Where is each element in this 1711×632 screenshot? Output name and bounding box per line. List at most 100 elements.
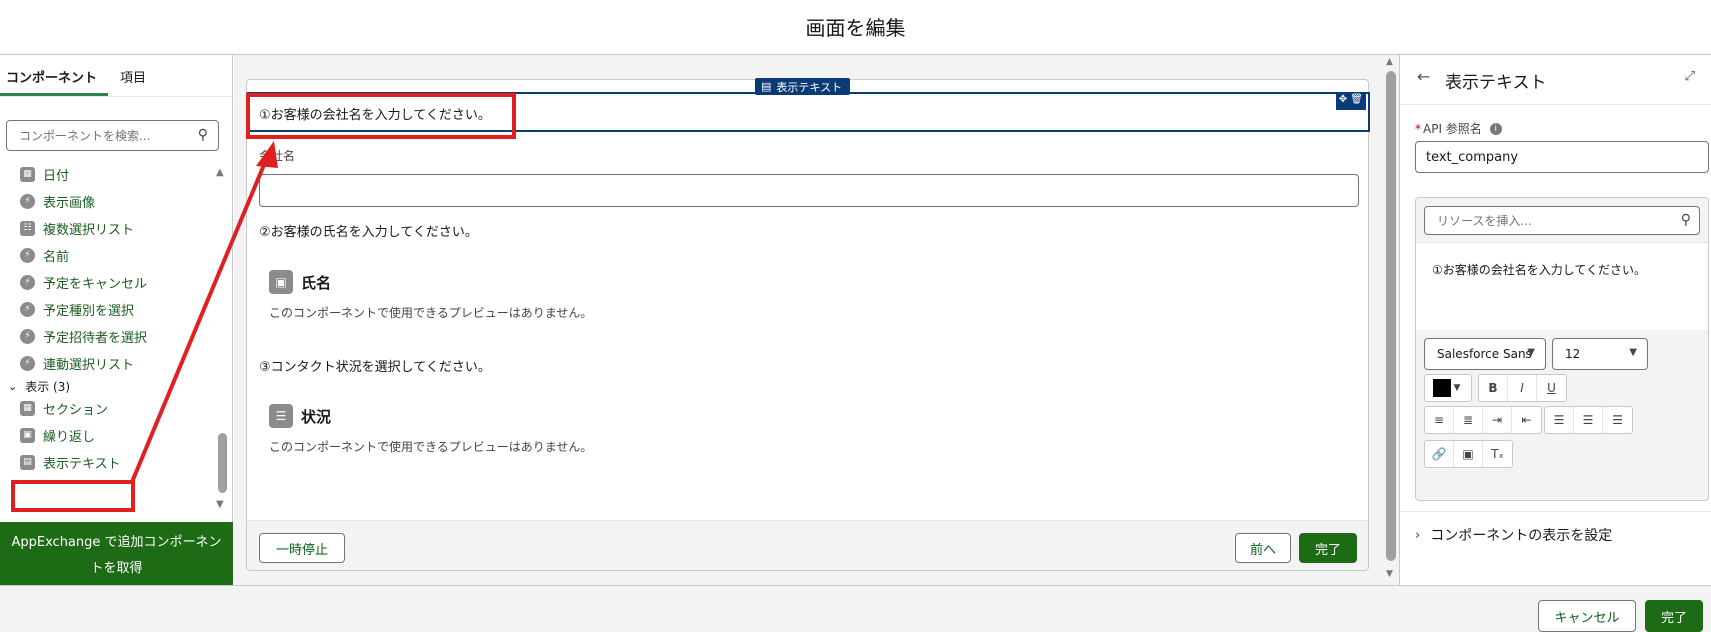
component-item-date[interactable]: ▦ 日付: [20, 162, 69, 186]
align-left-icon[interactable]: ☰: [1545, 407, 1574, 433]
canvas-scroll-thumb[interactable]: [1386, 71, 1396, 561]
repeater-icon: ▣: [20, 427, 35, 443]
text-color-picker[interactable]: ▼: [1424, 374, 1472, 402]
properties-header: ← 表示テキスト ⤢: [1401, 55, 1711, 105]
cancel-button[interactable]: キャンセル: [1538, 600, 1636, 632]
font-family-select[interactable]: Salesforce Sans ▼: [1424, 338, 1546, 370]
component-tools: ✥ 🗑: [1335, 94, 1366, 110]
required-marker: *: [1415, 121, 1421, 136]
font-size-select[interactable]: 12 ▼: [1552, 338, 1648, 370]
back-arrow-icon[interactable]: ←: [1417, 67, 1430, 86]
search-placeholder: コンポーネントを検索...: [19, 129, 151, 143]
outdent-icon[interactable]: ⇤: [1512, 407, 1541, 433]
underline-icon[interactable]: U: [1537, 375, 1566, 401]
component-item-section[interactable]: ▦ セクション: [20, 396, 108, 420]
numbered-list-icon[interactable]: ≣: [1454, 407, 1483, 433]
align-center-icon[interactable]: ☰: [1574, 407, 1603, 433]
lightning-icon: ⚡: [20, 328, 35, 344]
component-item-cancel-appointment[interactable]: ⚡ 予定をキャンセル: [20, 270, 147, 294]
indent-icon[interactable]: ⇥: [1483, 407, 1512, 433]
component-label: 表示テキスト: [43, 456, 121, 472]
info-icon[interactable]: i: [1489, 122, 1502, 135]
rich-text-value: ①お客様の会社名を入力してください。: [1432, 263, 1647, 277]
scroll-up-arrow[interactable]: ▲: [216, 167, 224, 178]
component-item-multiselect[interactable]: ☷ 複数選択リスト: [20, 216, 134, 240]
component-label: 予定をキャンセル: [43, 276, 148, 292]
api-name-input[interactable]: text_company: [1415, 141, 1709, 173]
editor-header: 画面を編集: [0, 0, 1711, 55]
trash-icon[interactable]: 🗑: [1350, 94, 1363, 105]
display-group-toggle[interactable]: ⌄ 表示 (3): [8, 378, 70, 395]
api-name-label-text: API 参照名: [1423, 122, 1482, 136]
set-component-visibility[interactable]: › コンポーネントの表示を設定: [1415, 525, 1612, 545]
text-icon: ▤: [761, 80, 772, 93]
no-preview-message: このコンポーネントで使用できるプレビューはありません。: [269, 440, 593, 454]
color-swatch: [1433, 379, 1451, 397]
component-item-appointment-type[interactable]: ⚡ 予定種別を選択: [20, 297, 134, 321]
question-2-text: ②お客様の氏名を入力してください。: [259, 225, 478, 240]
rich-text-editor: リソースを挿入... ⚲ ①お客様の会社名を入力してください。 Salesfor…: [1415, 197, 1709, 501]
image-icon[interactable]: ▣: [1454, 441, 1483, 467]
move-icon[interactable]: ✥: [1339, 94, 1347, 105]
tab-fields[interactable]: 項目: [120, 67, 146, 86]
lightning-icon: ⚡: [20, 193, 35, 209]
selected-component-tag: ▤ 表示テキスト: [755, 78, 851, 95]
rich-text-content[interactable]: ①お客様の会社名を入力してください。: [1416, 242, 1708, 330]
resource-search-input[interactable]: リソースを挿入... ⚲: [1424, 206, 1700, 235]
resource-placeholder: リソースを挿入...: [1437, 214, 1532, 228]
insert-group: 🔗 ▣ Tₓ: [1424, 440, 1513, 468]
pause-button[interactable]: 一時停止: [259, 533, 345, 563]
chevron-down-icon: ▼: [1527, 347, 1535, 358]
component-search-input[interactable]: コンポーネントを検索... ⚲: [6, 120, 219, 151]
flow-navigation: 一時停止 前へ 完了: [247, 520, 1368, 570]
component-item-display-text[interactable]: ▤ 表示テキスト: [20, 450, 121, 474]
page-title: 画面を編集: [805, 16, 906, 40]
component-item-appointment-invitees[interactable]: ⚡ 予定招待者を選択: [20, 324, 147, 348]
bullet-list-icon[interactable]: ≡: [1425, 407, 1454, 433]
color-swatch-icon: ▼: [1425, 375, 1471, 401]
list-indent-group: ≡ ≣ ⇥ ⇤: [1424, 406, 1542, 434]
tab-components[interactable]: コンポーネント: [6, 67, 97, 86]
done-button[interactable]: 完了: [1645, 600, 1703, 632]
component-label: 予定種別を選択: [43, 303, 135, 319]
scroll-down-arrow[interactable]: ▼: [216, 499, 224, 510]
font-family-value: Salesforce Sans: [1437, 347, 1532, 361]
palette-scrollbar[interactable]: [218, 433, 227, 493]
link-icon[interactable]: 🔗: [1425, 441, 1454, 467]
question-3-text: ③コンタクト状況を選択してください。: [259, 360, 491, 375]
component-label: 表示画像: [43, 195, 96, 211]
component-item-display-image[interactable]: ⚡ 表示画像: [20, 189, 95, 213]
highlight-canvas-text: [246, 93, 516, 139]
group-label: 表示 (3): [25, 380, 71, 394]
italic-icon[interactable]: I: [1508, 375, 1537, 401]
component-label: 複数選択リスト: [43, 222, 135, 238]
component-label: 連動選択リスト: [43, 357, 135, 373]
palette-tabs: コンポーネント 項目: [0, 55, 233, 97]
component-item-name[interactable]: ⚡ 名前: [20, 243, 69, 267]
component-label: 名前: [43, 249, 70, 265]
align-right-icon[interactable]: ☰: [1603, 407, 1632, 433]
scroll-down-arrow[interactable]: ▼: [1386, 569, 1393, 579]
company-input[interactable]: [259, 174, 1359, 207]
properties-panel: ← 表示テキスト ⤢ * API 参照名 i text_company リソース…: [1401, 55, 1711, 585]
lightning-icon: ⚡: [20, 355, 35, 371]
properties-title: 表示テキスト: [1445, 73, 1547, 93]
component-item-repeater[interactable]: ▣ 繰り返し: [20, 423, 95, 447]
expand-icon[interactable]: ⤢: [1685, 69, 1695, 84]
status-component-icon: ☰: [269, 404, 293, 428]
set-visibility-label: コンポーネントの表示を設定: [1430, 528, 1613, 544]
appexchange-button[interactable]: AppExchange で追加コンポーネントを取得: [0, 522, 233, 585]
finish-button[interactable]: 完了: [1299, 533, 1357, 563]
component-label: セクション: [43, 402, 109, 418]
calendar-icon: ▦: [20, 166, 35, 182]
clear-formatting-icon[interactable]: Tₓ: [1483, 441, 1512, 467]
chevron-right-icon: ›: [1415, 527, 1421, 543]
previous-button[interactable]: 前へ: [1235, 533, 1291, 563]
component-item-dependent-picklist[interactable]: ⚡ 連動選択リスト: [20, 351, 134, 375]
status-component-title: 状況: [301, 408, 332, 426]
api-name-value: text_company: [1426, 149, 1519, 165]
bold-icon[interactable]: B: [1479, 375, 1508, 401]
canvas-scrollbar[interactable]: ▲ ▼: [1386, 57, 1396, 579]
scroll-up-arrow[interactable]: ▲: [1386, 57, 1393, 67]
screen-canvas: ▤ 表示テキスト ✥ 🗑 ①お客様の会社名を入力してください。 会社名 ②お客様…: [246, 78, 1370, 571]
